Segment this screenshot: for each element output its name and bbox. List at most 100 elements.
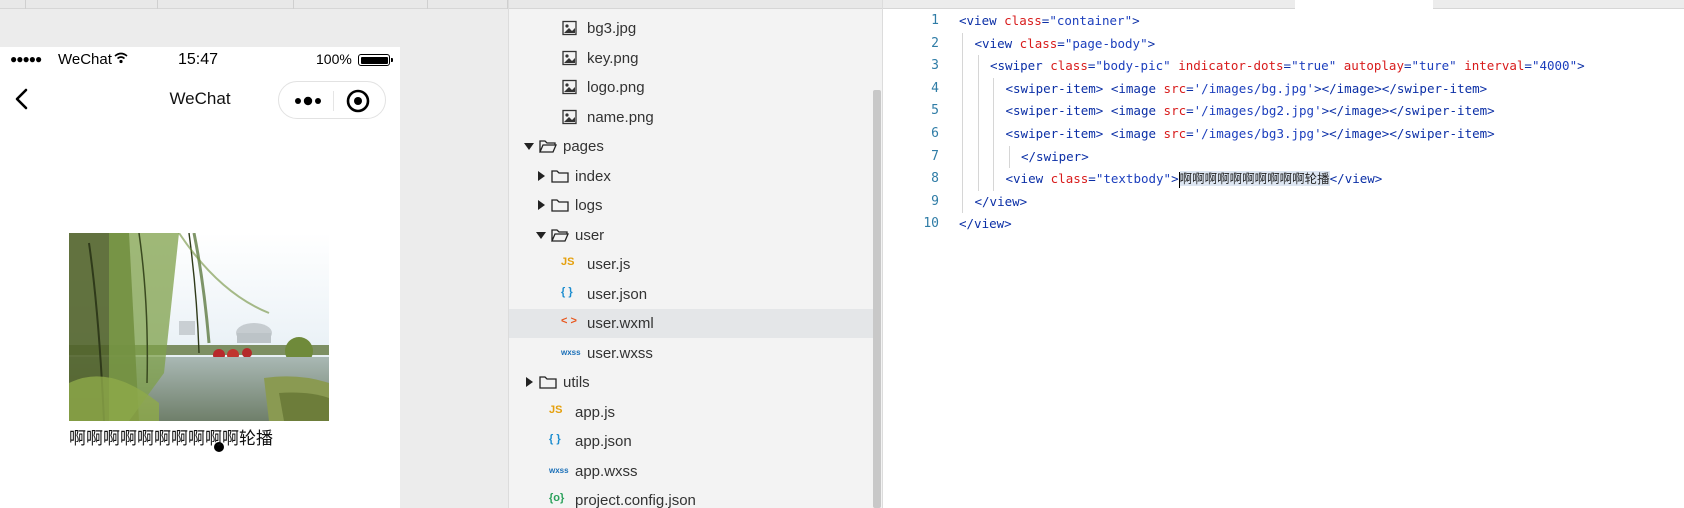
indent-guide bbox=[962, 122, 963, 146]
code-editor[interactable]: 1 2 3 4 5 6 7 8 9 10 <view class="container"> <vie… bbox=[882, 0, 1684, 508]
code-line[interactable]: <view class="container"> bbox=[959, 10, 1679, 33]
battery-fill bbox=[360, 56, 388, 64]
tree-item-label: user bbox=[575, 226, 605, 244]
code-token: "4000" bbox=[1531, 58, 1578, 74]
image-file-icon bbox=[562, 50, 577, 65]
line-number: 8 bbox=[931, 171, 939, 187]
wifi-icon bbox=[114, 52, 128, 64]
toolbar-segment[interactable] bbox=[0, 0, 26, 9]
code-token: <view bbox=[974, 35, 1020, 51]
indent-guide bbox=[977, 77, 979, 101]
simulator-panel: ●●●●● WeChat 15:47 100% WeChat 啊啊啊啊啊啊啊啊啊… bbox=[0, 0, 508, 508]
textbody-text: 啊啊啊啊啊啊啊啊啊啊轮播 bbox=[69, 429, 273, 449]
tree-item-logo-png[interactable]: logo.png bbox=[509, 73, 873, 102]
tree-item-label: key.png bbox=[587, 49, 639, 67]
more-icon[interactable] bbox=[291, 91, 325, 111]
code-token: src bbox=[1163, 125, 1187, 141]
explorer-header bbox=[509, 0, 883, 9]
swiper-image[interactable] bbox=[69, 233, 329, 421]
tree-item-app-json[interactable]: { } app.json bbox=[509, 427, 873, 456]
code-token: "ture" bbox=[1411, 58, 1457, 74]
editor-tab-strip bbox=[883, 0, 1684, 9]
tree-item-app-js[interactable]: JS app.js bbox=[509, 398, 873, 427]
code-line-content: <view class="container"> bbox=[959, 13, 1140, 28]
tree-item-user-wxml[interactable]: < > user.wxml bbox=[509, 309, 873, 338]
tree-item-pages[interactable]: pages bbox=[509, 132, 873, 161]
code-token: class bbox=[1019, 35, 1058, 51]
tree-item-name-png[interactable]: name.png bbox=[509, 103, 873, 132]
code-token: ></image></swiper-item> bbox=[1321, 103, 1495, 119]
code-token: ></image></swiper-item> bbox=[1321, 125, 1495, 141]
code-token: ></image></swiper-item> bbox=[1314, 80, 1488, 96]
code-line-content: <swiper class="body-pic" indicator-dots=… bbox=[959, 58, 1585, 73]
toolbar-segment[interactable] bbox=[294, 0, 428, 9]
signal-strength-icon: ●●●●● bbox=[10, 52, 42, 66]
code-line-content: <swiper-item> <image src='/images/bg2.jp… bbox=[959, 103, 1495, 118]
folder-icon bbox=[551, 169, 569, 183]
tree-item-label: user.js bbox=[587, 256, 631, 273]
code-token: <swiper-item> <image bbox=[1005, 103, 1164, 119]
code-token: = bbox=[1186, 103, 1194, 119]
tree-item-project-config-json[interactable]: {o} project.config.json bbox=[509, 486, 873, 508]
code-token: '/images/bg3.jpg' bbox=[1193, 125, 1322, 141]
indent-guide bbox=[977, 168, 979, 191]
code-area[interactable]: <view class="container"> <view class="pag… bbox=[959, 10, 1679, 236]
code-token: <swiper-item> <image bbox=[1005, 125, 1164, 141]
tree-item-index[interactable]: index bbox=[509, 162, 873, 191]
code-line-content: <swiper-item> <image src='/images/bg3.jp… bbox=[959, 126, 1495, 141]
code-token: <swiper bbox=[990, 58, 1051, 74]
code-line[interactable]: <swiper-item> <image src='/images/bg2.jp… bbox=[959, 100, 1679, 123]
code-line[interactable]: </view> bbox=[959, 213, 1679, 236]
tree-item-label: user.json bbox=[587, 285, 648, 303]
phone-screen: ●●●●● WeChat 15:47 100% WeChat 啊啊啊啊啊啊啊啊啊… bbox=[0, 47, 400, 508]
explorer-scrollbar[interactable] bbox=[873, 90, 881, 508]
editor-tab-active[interactable] bbox=[1295, 0, 1433, 9]
toolbar-segment[interactable] bbox=[158, 0, 294, 9]
tree-item-bg3-jpg[interactable]: bg3.jpg bbox=[509, 14, 873, 43]
battery-percent: 100% bbox=[316, 51, 352, 67]
code-token: interval bbox=[1464, 58, 1525, 74]
tree-item-user-json[interactable]: { } user.json bbox=[509, 280, 873, 309]
code-line[interactable]: <view class="textbody">啊啊啊啊啊啊啊啊啊啊轮播</vie… bbox=[959, 168, 1679, 191]
json-file-icon: { } bbox=[561, 285, 573, 298]
folder-open-icon bbox=[539, 140, 557, 153]
code-token: '/images/bg.jpg' bbox=[1193, 80, 1315, 96]
code-line[interactable]: <view class="page-body"> bbox=[959, 32, 1679, 56]
indent-guide bbox=[977, 100, 979, 123]
tree-item-user-wxss[interactable]: wxss user.wxss bbox=[509, 339, 873, 368]
code-token: "container" bbox=[1049, 13, 1133, 28]
line-number-gutter: 1 2 3 4 5 6 7 8 9 10 bbox=[883, 10, 939, 236]
caret-down-icon[interactable] bbox=[535, 229, 547, 241]
toolbar-segment[interactable] bbox=[26, 0, 158, 9]
caret-right-icon[interactable] bbox=[535, 199, 547, 211]
code-line[interactable]: </view> bbox=[959, 190, 1679, 214]
line-number: 3 bbox=[931, 58, 939, 74]
toolbar-segment[interactable] bbox=[428, 0, 508, 9]
code-token: class bbox=[1050, 171, 1089, 187]
wxss-file-icon: wxss bbox=[561, 347, 581, 357]
wxml-file-icon: < > bbox=[561, 315, 577, 327]
tree-item-label: index bbox=[575, 167, 611, 185]
line-number: 7 bbox=[931, 148, 939, 164]
tree-item-label: logs bbox=[575, 197, 603, 214]
code-line[interactable]: <swiper-item> <image src='/images/bg.jpg… bbox=[959, 77, 1679, 101]
caret-right-icon[interactable] bbox=[523, 376, 535, 388]
tree-item-utils[interactable]: utils bbox=[509, 368, 873, 397]
line-number: 2 bbox=[931, 35, 939, 51]
code-token: = bbox=[1057, 35, 1065, 51]
tree-item-app-wxss[interactable]: wxss app.wxss bbox=[509, 457, 873, 486]
tree-item-user-js[interactable]: JS user.js bbox=[509, 250, 873, 279]
close-miniprogram-icon[interactable] bbox=[345, 88, 371, 114]
caret-down-icon[interactable] bbox=[523, 140, 535, 152]
code-token: "true" bbox=[1291, 58, 1337, 74]
indent-guide bbox=[993, 168, 994, 191]
tree-item-key-png[interactable]: key.png bbox=[509, 44, 873, 73]
caret-right-icon[interactable] bbox=[535, 170, 547, 182]
tree-item-user[interactable]: user bbox=[509, 221, 873, 250]
code-token: class bbox=[1050, 58, 1088, 74]
code-line[interactable]: <swiper class="body-pic" indicator-dots=… bbox=[959, 55, 1679, 78]
code-line[interactable]: <swiper-item> <image src='/images/bg3.jp… bbox=[959, 122, 1679, 146]
code-token: > bbox=[1147, 35, 1156, 51]
code-line[interactable]: </swiper> bbox=[959, 145, 1679, 169]
tree-item-logs[interactable]: logs bbox=[509, 191, 873, 220]
